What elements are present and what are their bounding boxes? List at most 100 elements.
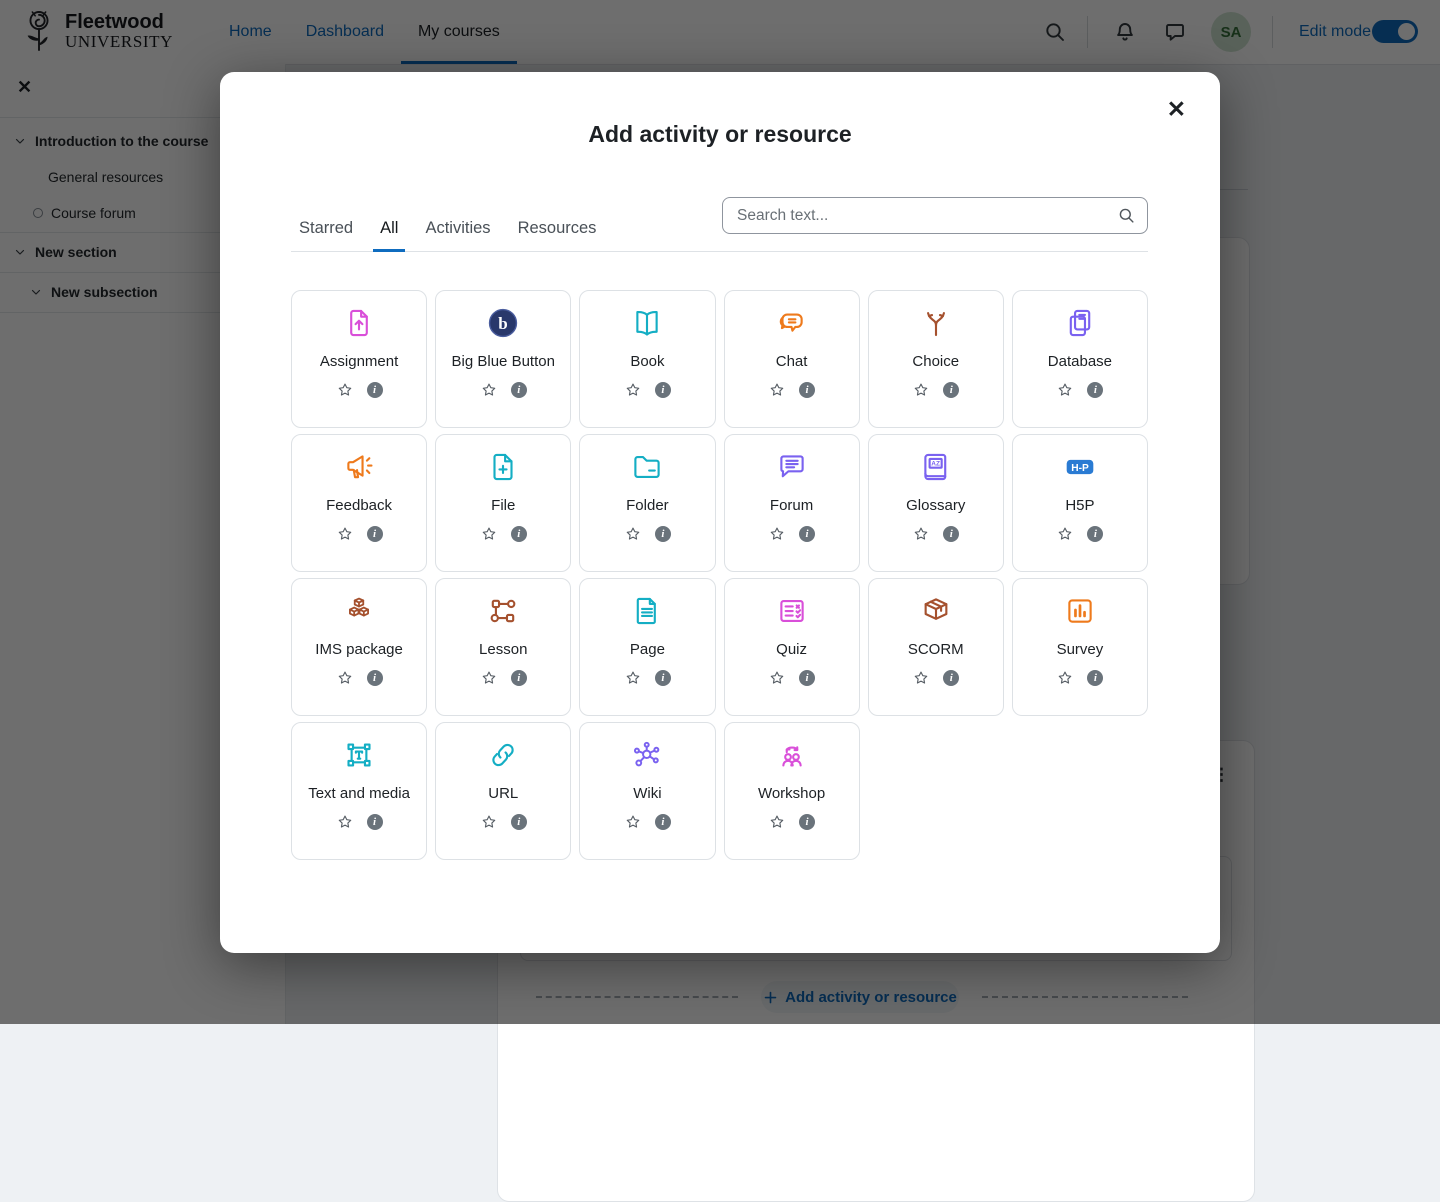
info-button[interactable]: i [655,670,671,686]
page-icon [630,594,664,628]
activity-card-assignment[interactable]: Assignmenti [291,290,427,428]
activity-card-choice[interactable]: Choicei [868,290,1004,428]
activity-name: File [491,497,515,514]
tab-resources[interactable]: Resources [518,219,597,251]
activity-card-file[interactable]: File i [435,434,571,572]
activity-icon-wrap [1063,594,1097,628]
info-button[interactable]: i [943,526,959,542]
activity-actions: i [480,525,527,543]
activity-icon-wrap [342,594,376,628]
activity-icon-wrap: b [486,306,520,340]
activity-card-url[interactable]: URLi [435,722,571,860]
scorm-icon [919,594,953,628]
info-button[interactable]: i [799,526,815,542]
tab-starred[interactable]: Starred [299,219,353,251]
activity-card-book[interactable]: Booki [579,290,715,428]
activity-card-h5p[interactable]: H-PH5Pi [1012,434,1148,572]
info-button[interactable]: i [799,670,815,686]
activity-card-wiki[interactable]: Wikii [579,722,715,860]
star-button[interactable] [912,669,930,687]
star-button[interactable] [768,813,786,831]
activity-card-feedback[interactable]: Feedbacki [291,434,427,572]
star-icon [480,381,498,399]
activity-actions: i [912,669,959,687]
activity-icon-wrap [919,594,953,628]
info-button[interactable]: i [511,382,527,398]
info-button[interactable]: i [367,814,383,830]
info-button[interactable]: i [799,382,815,398]
star-button[interactable] [624,525,642,543]
info-button[interactable]: i [367,670,383,686]
star-icon [480,525,498,543]
activity-card-forum[interactable]: Forumi [724,434,860,572]
activity-card-scorm[interactable]: SCORMi [868,578,1004,716]
star-button[interactable] [768,669,786,687]
star-button[interactable] [1056,381,1074,399]
activity-actions: i [1056,669,1103,687]
activity-card-glossary[interactable]: AZGlossaryi [868,434,1004,572]
info-button[interactable]: i [943,670,959,686]
star-button[interactable] [480,813,498,831]
tab-activities[interactable]: Activities [425,219,490,251]
info-button[interactable]: i [511,526,527,542]
activity-name: Lesson [479,641,527,658]
star-button[interactable] [336,669,354,687]
star-button[interactable] [336,381,354,399]
activity-card-lesson[interactable]: Lesson i [435,578,571,716]
close-icon[interactable]: ✕ [1167,98,1186,121]
star-button[interactable] [912,525,930,543]
info-button[interactable]: i [1087,382,1103,398]
star-button[interactable] [480,381,498,399]
activity-card-folder[interactable]: Folderi [579,434,715,572]
star-icon [768,381,786,399]
info-button[interactable]: i [1087,670,1103,686]
activity-card-workshop[interactable]: Workshop i [724,722,860,860]
activity-icon-wrap [1063,306,1097,340]
activity-card-database[interactable]: Database i [1012,290,1148,428]
info-button[interactable]: i [367,526,383,542]
star-button[interactable] [1056,525,1074,543]
star-button[interactable] [624,381,642,399]
url-icon [486,738,520,772]
add-activity-modal: ✕ Add activity or resource StarredAllAct… [220,72,1220,953]
star-button[interactable] [336,813,354,831]
tab-all[interactable]: All [380,219,398,251]
info-button[interactable]: i [511,670,527,686]
activity-icon-wrap [342,738,376,772]
star-button[interactable] [480,525,498,543]
info-button[interactable]: i [799,814,815,830]
activity-actions: i [1056,381,1103,399]
star-button[interactable] [480,669,498,687]
activity-card-quiz[interactable]: Quizi [724,578,860,716]
star-button[interactable] [1056,669,1074,687]
activity-card-survey[interactable]: Surveyi [1012,578,1148,716]
info-button[interactable]: i [943,382,959,398]
info-button[interactable]: i [1087,526,1103,542]
activity-card-big-blue-button[interactable]: bBig Blue Buttoni [435,290,571,428]
info-button[interactable]: i [511,814,527,830]
star-button[interactable] [768,381,786,399]
info-button[interactable]: i [655,382,671,398]
wiki-icon [630,738,664,772]
bigbluebutton-icon: b [486,306,520,340]
star-button[interactable] [624,813,642,831]
info-button[interactable]: i [655,526,671,542]
activity-card-page[interactable]: Pagei [579,578,715,716]
book-icon [630,306,664,340]
svg-text:AZ: AZ [931,461,940,468]
star-button[interactable] [912,381,930,399]
activity-card-chat[interactable]: Chati [724,290,860,428]
star-icon [336,813,354,831]
file-icon [486,450,520,484]
activity-name: Database [1048,353,1112,370]
activity-name: Workshop [758,785,825,802]
star-button[interactable] [624,669,642,687]
search-input[interactable] [722,197,1148,234]
activity-card-ims-package[interactable]: IMS packagei [291,578,427,716]
star-button[interactable] [768,525,786,543]
info-button[interactable]: i [367,382,383,398]
activity-card-text-and-media[interactable]: Text and mediai [291,722,427,860]
star-button[interactable] [336,525,354,543]
info-button[interactable]: i [655,814,671,830]
activity-icon-wrap: H-P [1063,450,1097,484]
